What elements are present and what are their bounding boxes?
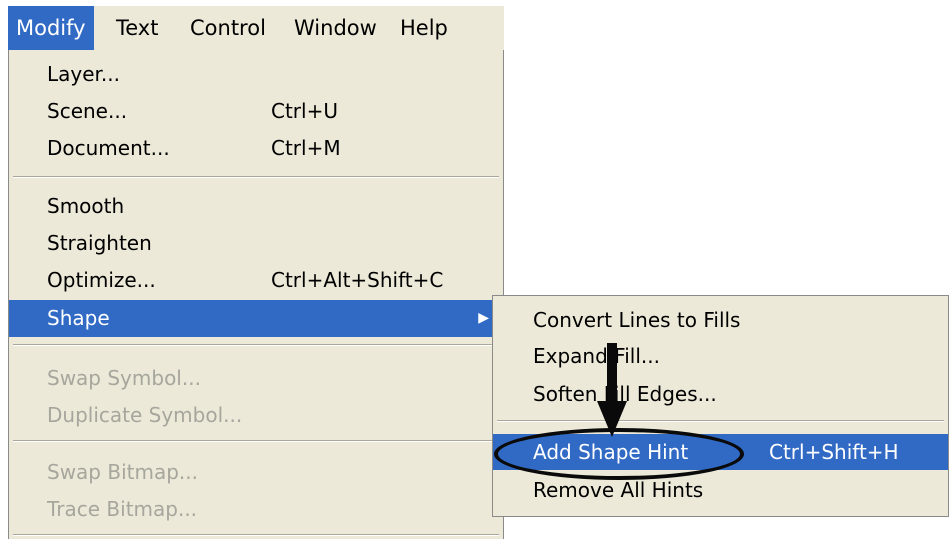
chevron-right-icon: ▶ [478, 310, 489, 326]
menu-separator [13, 344, 499, 346]
menu-item-label: Swap Bitmap... [47, 460, 198, 484]
menu-item-label: Layer... [47, 62, 120, 86]
shape-submenu: Convert Lines to Fills Expand Fill... So… [492, 295, 949, 517]
menu-item-optimize[interactable]: Optimize... Ctrl+Alt+Shift+C [9, 262, 503, 299]
menu-bar: Modify Text Control Window Help [8, 6, 504, 50]
menu-item-label: Smooth [47, 194, 125, 218]
submenu-item-soften-fill-edges[interactable]: Soften Fill Edges... [493, 376, 948, 412]
menu-help[interactable]: Help [392, 6, 456, 50]
menu-item-label: Trace Bitmap... [47, 497, 198, 521]
menu-text[interactable]: Text [108, 6, 166, 50]
menu-separator [13, 440, 499, 442]
menu-control[interactable]: Control [182, 6, 274, 50]
menu-item-layer[interactable]: Layer... [9, 56, 503, 93]
menu-item-scene[interactable]: Scene... Ctrl+U [9, 93, 503, 130]
menu-item-straighten[interactable]: Straighten [9, 225, 503, 262]
menu-item-label: Duplicate Symbol... [47, 403, 243, 427]
menu-item-shape[interactable]: Shape ▶ [9, 300, 503, 337]
menu-item-label: Scene... [47, 99, 128, 123]
menu-item-shortcut: Ctrl+M [271, 136, 341, 160]
menu-item-shortcut: Ctrl+Shift+H [769, 440, 899, 464]
menu-item-label: Optimize... [47, 268, 156, 292]
menu-item-shortcut: Ctrl+U [271, 99, 338, 123]
menu-item-label: Convert Lines to Fills [533, 308, 741, 332]
submenu-item-convert-lines[interactable]: Convert Lines to Fills [493, 302, 948, 338]
menu-item-label: Shape [47, 306, 110, 330]
menu-item-swap-bitmap[interactable]: Swap Bitmap... [9, 454, 503, 491]
menu-item-label: Document... [47, 136, 170, 160]
menu-window[interactable]: Window [286, 6, 385, 50]
menu-item-trace-bitmap[interactable]: Trace Bitmap... [9, 491, 503, 528]
submenu-item-remove-all-hints[interactable]: Remove All Hints [493, 472, 948, 508]
down-arrow-icon [597, 343, 627, 437]
menu-separator [497, 420, 944, 422]
menu-item-shortcut: Ctrl+Alt+Shift+C [271, 268, 444, 292]
menu-separator [13, 176, 499, 178]
submenu-item-expand-fill[interactable]: Expand Fill... [493, 338, 948, 374]
menu-separator [13, 534, 499, 536]
menu-item-document[interactable]: Document... Ctrl+M [9, 130, 503, 167]
menu-item-label: Swap Symbol... [47, 366, 201, 390]
menu-item-swap-symbol[interactable]: Swap Symbol... [9, 360, 503, 397]
modify-menu: Layer... Scene... Ctrl+U Document... Ctr… [8, 50, 504, 539]
menu-item-label: Straighten [47, 231, 152, 255]
menu-item-duplicate-symbol[interactable]: Duplicate Symbol... [9, 397, 503, 434]
menu-item-smooth[interactable]: Smooth [9, 188, 503, 225]
menu-modify[interactable]: Modify [8, 6, 94, 50]
